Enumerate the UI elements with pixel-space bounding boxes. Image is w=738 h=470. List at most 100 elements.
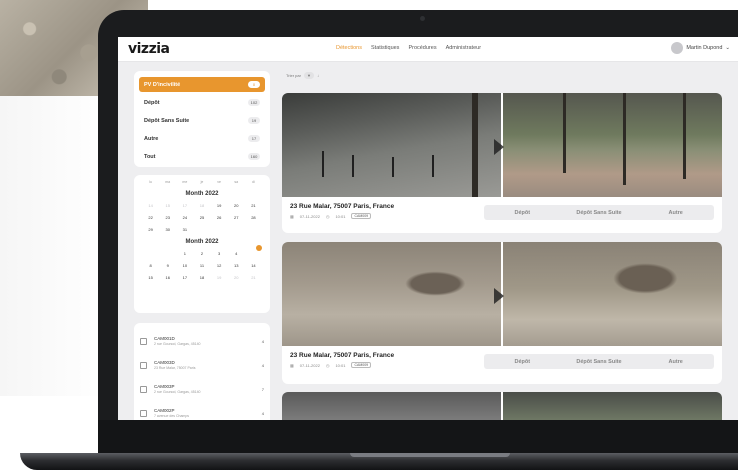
- calendar-day[interactable]: 12: [211, 262, 228, 269]
- filter-count: 17: [248, 135, 260, 142]
- camera-address: 2 rue Gounod, Gargas, 45140: [154, 342, 201, 346]
- calendar-day[interactable]: 8: [142, 262, 159, 269]
- calendar-day[interactable]: 13: [228, 262, 245, 269]
- calendar-day[interactable]: 24: [176, 214, 193, 221]
- nav-procedures[interactable]: Procédures: [408, 45, 436, 51]
- camera-count: 7: [261, 386, 264, 392]
- month-days: 1 2 3 4 5 8 9 10 11 12 13 14 15 16 17 18…: [142, 245, 263, 281]
- camera-tag: CAM009: [351, 213, 372, 219]
- detection-image-before[interactable]: [282, 93, 501, 197]
- calendar-day[interactable]: 23: [159, 214, 176, 221]
- nav-detections[interactable]: Détections: [336, 45, 362, 51]
- detection-image-after[interactable]: [503, 93, 722, 197]
- camera-count: 4: [261, 362, 264, 368]
- calendar-day[interactable]: 22: [142, 214, 159, 221]
- camera-name: CAM003P: [154, 384, 175, 389]
- filter-tout[interactable]: Tout 160: [139, 149, 265, 164]
- nav-administrator[interactable]: Administrateur: [446, 45, 481, 51]
- calendar-day[interactable]: 14: [142, 202, 159, 209]
- calendar-day[interactable]: 30: [159, 226, 176, 233]
- user-menu[interactable]: Martin Dupond ⌄: [671, 42, 730, 54]
- calendar-day[interactable]: 18: [193, 202, 210, 209]
- detection-time: 10:01: [335, 362, 346, 368]
- filter-depot[interactable]: Dépôt 102: [139, 95, 265, 110]
- calendar-day[interactable]: 4: [228, 250, 245, 257]
- detection-card: 23 Rue Malar, 75007 Paris, France ▦ 07-1…: [282, 93, 722, 233]
- camera-name: CAM002P: [154, 408, 175, 413]
- background-surface: [0, 96, 110, 396]
- calendar-day[interactable]: 29: [142, 226, 159, 233]
- laptop-notch: [350, 453, 510, 457]
- filter-count: 0: [248, 81, 260, 88]
- calendar-day[interactable]: 19: [211, 274, 228, 281]
- app-screen: vizzia Détections Statistiques Procédure…: [118, 37, 738, 420]
- calendar-day[interactable]: 16: [159, 274, 176, 281]
- calendar-day[interactable]: 27: [228, 214, 245, 221]
- calendar-day[interactable]: 25: [193, 214, 210, 221]
- month-title: Month 2022: [185, 191, 219, 197]
- app-logo[interactable]: vizzia: [128, 41, 170, 57]
- camera-checkbox[interactable]: [140, 337, 147, 345]
- camera-count: 4: [261, 338, 264, 344]
- calendar-day[interactable]: 14: [245, 262, 262, 269]
- top-navbar: vizzia Détections Statistiques Procédure…: [118, 37, 738, 62]
- tree: [623, 93, 626, 185]
- calendar-day[interactable]: 20: [228, 274, 245, 281]
- camera-checkbox[interactable]: [140, 385, 147, 393]
- month-days: 14 15 17 18 19 20 21 22 23 24 25 26 27 2…: [142, 202, 262, 233]
- calendar-day[interactable]: 21: [245, 202, 262, 209]
- calendar-day[interactable]: 26: [211, 214, 228, 221]
- depot-sans-suite-button[interactable]: Dépôt Sans Suite: [561, 205, 638, 220]
- calendar-day[interactable]: 10: [176, 262, 193, 269]
- detection-image-before[interactable]: [282, 242, 501, 346]
- filter-depot-sans-suite[interactable]: Dépôt Sans Suite 19: [139, 113, 265, 128]
- calendar-day[interactable]: 20: [228, 202, 245, 209]
- camera-name: CAM001D: [154, 336, 175, 341]
- calendar-day[interactable]: 19: [211, 202, 228, 209]
- depot-sans-suite-button[interactable]: Dépôt Sans Suite: [561, 354, 638, 369]
- calendar-day[interactable]: 17: [176, 274, 193, 281]
- filter-pv-incivilite[interactable]: PV D'incivilité 0: [139, 77, 265, 92]
- calendar-day[interactable]: 1: [176, 250, 193, 257]
- depot-button[interactable]: Dépôt: [484, 205, 561, 220]
- play-icon[interactable]: [494, 288, 504, 304]
- calendar-day[interactable]: 28: [245, 214, 262, 221]
- filter-autre[interactable]: Autre 17: [139, 131, 265, 146]
- autre-button[interactable]: Autre: [637, 205, 714, 220]
- classification-actions: Dépôt Dépôt Sans Suite Autre: [484, 354, 714, 369]
- chevron-down-icon: ⌄: [725, 45, 730, 51]
- sort-dropdown[interactable]: ▼: [303, 72, 314, 79]
- sort-direction-icon[interactable]: ↓: [317, 73, 319, 78]
- calendar-day[interactable]: 18: [193, 274, 210, 281]
- depot-button[interactable]: Dépôt: [484, 354, 561, 369]
- calendar-day[interactable]: 3: [211, 250, 228, 257]
- tree: [563, 93, 566, 173]
- sort-label: Trier par: [286, 73, 301, 78]
- list-item[interactable]: CAM002P 7 avenue des Champs 4: [140, 401, 264, 420]
- calendar-day[interactable]: 21: [245, 274, 262, 281]
- calendar-day[interactable]: 2: [193, 250, 210, 257]
- month-title: Month 2022: [185, 239, 219, 245]
- calendar-day[interactable]: 9: [159, 262, 176, 269]
- play-icon[interactable]: [494, 139, 504, 155]
- calendar-day[interactable]: 31: [176, 226, 193, 233]
- list-item[interactable]: CAM001D 2 rue Gounod, Gargas, 45140 4: [140, 329, 264, 353]
- calendar-day[interactable]: 15: [142, 274, 159, 281]
- list-item[interactable]: CAM003P 2 rue Gounod, Gargas, 45140 7: [140, 377, 264, 401]
- camera-checkbox[interactable]: [140, 361, 147, 369]
- detection-image-after[interactable]: [503, 392, 722, 420]
- detection-date: 07-11-2022: [299, 362, 320, 368]
- calendar-day[interactable]: 17: [176, 202, 193, 209]
- calendar-day-selected[interactable]: 5: [245, 245, 263, 257]
- detection-image-before[interactable]: [282, 392, 501, 420]
- calendar-day[interactable]: 11: [193, 262, 210, 269]
- calendar-day[interactable]: 15: [159, 202, 176, 209]
- webcam: [420, 16, 425, 21]
- list-item[interactable]: CAM003D 23 Rue Malar, 75007 Paris 4: [140, 353, 264, 377]
- nav-statistics[interactable]: Statistiques: [371, 45, 399, 51]
- camera-name: CAM003D: [154, 360, 175, 365]
- autre-button[interactable]: Autre: [637, 354, 714, 369]
- camera-address: 23 Rue Malar, 75007 Paris: [154, 366, 196, 370]
- detection-image-after[interactable]: [503, 242, 722, 346]
- camera-checkbox[interactable]: [140, 409, 147, 417]
